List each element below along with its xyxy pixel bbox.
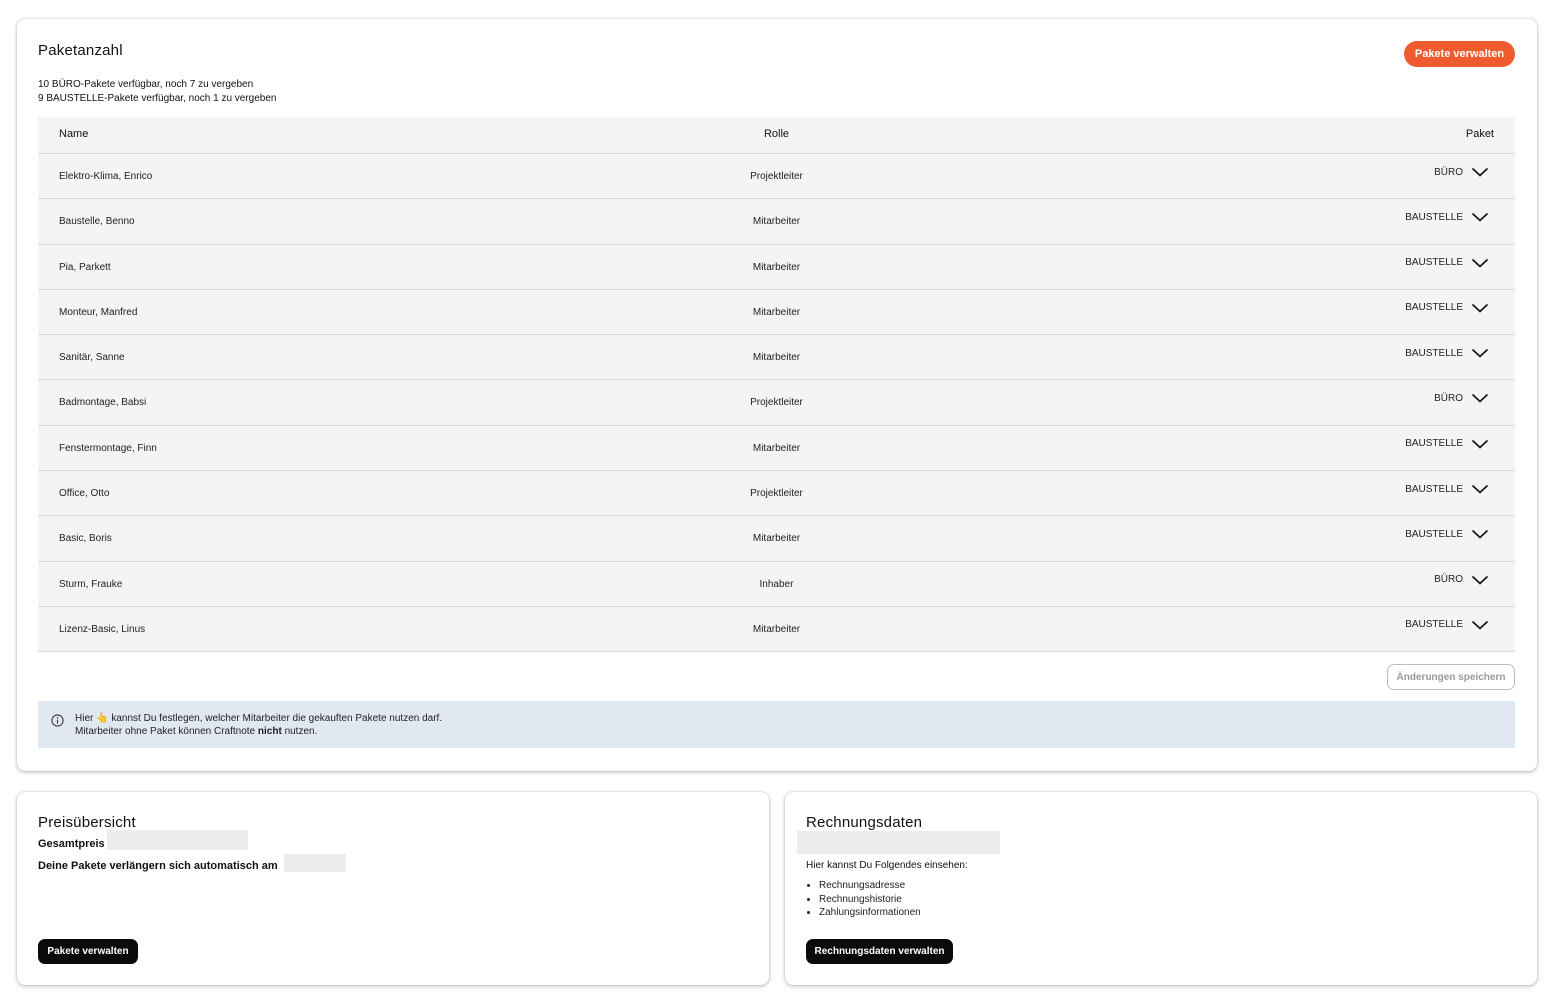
package-value: BAUSTELLE — [1405, 347, 1463, 359]
info-circle-icon — [51, 714, 64, 727]
package-select[interactable]: BAUSTELLE — [1405, 438, 1489, 450]
list-item: Zahlungsinformationen — [819, 906, 921, 920]
table-row: Elektro-Klima, Enrico Projektleiter BÜRO — [38, 154, 1515, 200]
list-item: Rechnungshistorie — [819, 893, 921, 907]
package-select[interactable]: BÜRO — [1434, 166, 1489, 178]
package-select[interactable]: BÜRO — [1434, 574, 1489, 586]
site-package-availability: 9 BAUSTELLE-Pakete verfügbar, noch 1 zu … — [38, 93, 277, 104]
package-value: BAUSTELLE — [1405, 438, 1463, 450]
info-text-2-emphasis: nicht — [257, 726, 282, 737]
info-line-2: Mitarbeiter ohne Paket können Craftnote … — [75, 726, 317, 737]
chevron-down-icon[interactable] — [1471, 619, 1489, 631]
package-select[interactable]: BÜRO — [1434, 392, 1489, 404]
table-row: Sturm, Frauke Inhaber BÜRO — [38, 561, 1515, 607]
table-body: Elektro-Klima, Enrico Projektleiter BÜRO Ba… — [38, 154, 1515, 653]
employee-role: Projektleiter — [750, 488, 803, 500]
billing-data-title: Rechnungsdaten — [806, 814, 923, 831]
package-value: BÜRO — [1434, 574, 1463, 586]
employee-role: Mitarbeiter — [752, 352, 801, 364]
table-row: Fenstermontage, Finn Mitarbeiter BAUSTELLE — [38, 425, 1515, 472]
employee-package-table: Name Rolle Paket Elektro-Klima, Enrico Pr… — [38, 117, 1515, 653]
billing-info-redacted — [797, 831, 1000, 854]
chevron-down-icon[interactable] — [1471, 257, 1489, 269]
chevron-down-icon[interactable] — [1471, 392, 1489, 404]
package-value: BÜRO — [1434, 166, 1463, 178]
package-value: BAUSTELLE — [1405, 257, 1463, 269]
chevron-down-icon[interactable] — [1471, 528, 1489, 540]
chevron-down-icon[interactable] — [1471, 211, 1489, 223]
package-count-card: Paketanzahl Pakete verwalten 10 BÜRO-Pak… — [17, 19, 1537, 771]
package-value: BAUSTELLE — [1405, 619, 1463, 631]
employee-role: Mitarbeiter — [752, 533, 801, 545]
table-row: Basic, Boris Mitarbeiter BAUSTELLE — [38, 516, 1515, 562]
employee-role: Projektleiter — [750, 397, 803, 409]
info-text-2-start: Mitarbeiter ohne Paket können Craftnote — [75, 726, 256, 737]
info-text-2-end: nutzen. — [284, 726, 318, 737]
employee-role: Mitarbeiter — [752, 261, 801, 273]
list-item: Rechnungsadresse — [819, 879, 921, 893]
manage-packages-button[interactable]: Pakete verwalten — [1404, 41, 1515, 67]
price-overview-title: Preisübersicht — [38, 814, 136, 831]
package-select[interactable]: BAUSTELLE — [1405, 211, 1489, 223]
table-header: Name Rolle Paket — [38, 117, 1515, 154]
info-line-1: Hier 👆 kannst Du festlegen, welcher Mita… — [75, 713, 442, 724]
package-select[interactable]: BAUSTELLE — [1405, 619, 1489, 631]
package-select[interactable]: BAUSTELLE — [1405, 302, 1489, 314]
office-package-availability: 10 BÜRO-Pakete verfügbar, noch 7 zu verg… — [38, 79, 254, 90]
chevron-down-icon[interactable] — [1471, 302, 1489, 314]
package-value: BAUSTELLE — [1405, 211, 1463, 223]
renewal-date-redacted — [284, 854, 346, 872]
column-header-package: Paket — [1465, 128, 1494, 140]
package-select[interactable]: BAUSTELLE — [1405, 257, 1489, 269]
chevron-down-icon[interactable] — [1471, 438, 1489, 450]
total-price-redacted — [107, 830, 248, 850]
pointing-hand-icon: 👆 — [96, 713, 109, 724]
table-row: Monteur, Manfred Mitarbeiter BAUSTELLE — [38, 289, 1515, 336]
manage-billing-data-button[interactable]: Rechnungsdaten verwalten — [806, 939, 953, 964]
package-value: BAUSTELLE — [1405, 483, 1463, 495]
chevron-down-icon[interactable] — [1471, 166, 1489, 178]
table-row: Sanitär, Sanne Mitarbeiter BAUSTELLE — [38, 335, 1515, 381]
column-header-role: Rolle — [763, 128, 790, 140]
package-select[interactable]: BAUSTELLE — [1405, 528, 1489, 540]
package-select[interactable]: BAUSTELLE — [1405, 347, 1489, 359]
employee-role: Inhaber — [759, 578, 794, 590]
employee-role: Projektleiter — [750, 171, 803, 182]
employee-role: Mitarbeiter — [752, 306, 801, 318]
table-row: Badmontage, Babsi Projektleiter BÜRO — [38, 380, 1515, 426]
info-text-rest: kannst Du festlegen, welcher Mitarbeiter… — [111, 713, 443, 724]
billing-hint: Hier kannst Du Folgendes einsehen: — [806, 860, 968, 871]
package-count-title: Paketanzahl — [38, 42, 123, 59]
package-value: BÜRO — [1434, 392, 1463, 404]
chevron-down-icon[interactable] — [1471, 483, 1489, 495]
info-banner: Hier 👆 kannst Du festlegen, welcher Mita… — [38, 701, 1515, 748]
chevron-down-icon[interactable] — [1471, 574, 1489, 586]
total-price-label: Gesamtpreis — [38, 838, 105, 850]
billing-data-card: Rechnungsdaten Hier kannst Du Folgendes … — [785, 792, 1537, 985]
package-value: BAUSTELLE — [1405, 302, 1463, 314]
employee-role: Mitarbeiter — [752, 442, 801, 454]
table-row: Pia, Parkett Mitarbeiter BAUSTELLE — [38, 244, 1515, 290]
chevron-down-icon[interactable] — [1471, 347, 1489, 359]
billing-items-list: Rechnungsadresse Rechnungshistorie Zahlu… — [819, 879, 921, 920]
info-text-start: Hier — [75, 713, 94, 724]
save-changes-button[interactable]: Änderungen speichern — [1387, 664, 1515, 690]
table-row: Office, Otto Projektleiter BAUSTELLE — [38, 471, 1515, 517]
employee-role: Mitarbeiter — [752, 623, 801, 635]
table-row: Baustelle, Benno Mitarbeiter BAUSTELLE — [38, 199, 1515, 245]
manage-packages-button-secondary[interactable]: Pakete verwalten — [38, 939, 138, 964]
employee-role: Mitarbeiter — [752, 216, 801, 228]
package-select[interactable]: BAUSTELLE — [1405, 483, 1489, 495]
package-value: BAUSTELLE — [1405, 528, 1463, 540]
price-overview-card: Preisübersicht Gesamtpreis Deine Pakete … — [17, 792, 769, 985]
table-row: Lizenz-Basic, Linus Mitarbeiter BAUSTELLE — [38, 606, 1515, 653]
renewal-label: Deine Pakete verlängern sich automatisch… — [38, 860, 278, 872]
